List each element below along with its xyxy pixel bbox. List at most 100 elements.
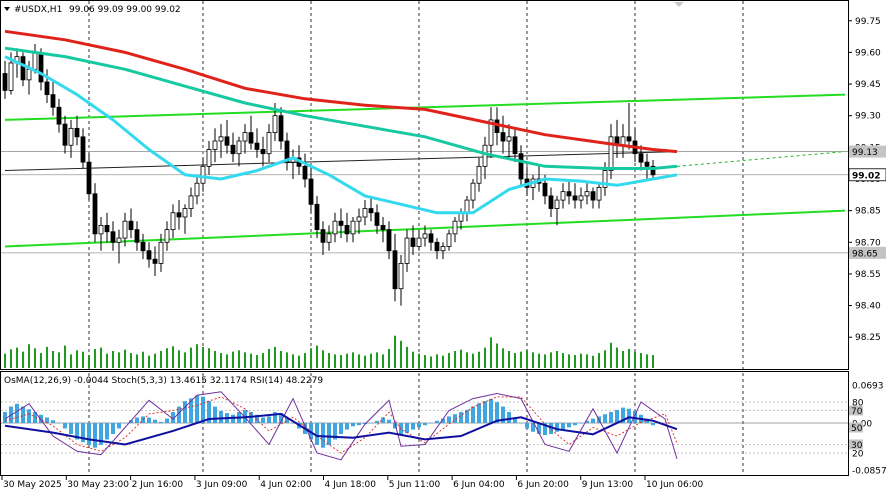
- volume-bar: [394, 335, 396, 368]
- candle-body: [368, 208, 374, 214]
- time-tick-label: 30 May 23:00: [67, 480, 129, 490]
- volume-bar: [376, 352, 378, 368]
- volume-bar: [604, 350, 606, 368]
- osma-bar: [123, 423, 127, 424]
- candle-body: [470, 182, 476, 201]
- osma-bar: [561, 423, 565, 430]
- candle-body: [392, 250, 398, 290]
- osma-bar: [165, 418, 169, 424]
- volume-bar: [346, 353, 348, 368]
- volume-bar: [550, 352, 552, 368]
- price-marker-label: 99.02: [852, 171, 880, 181]
- osma-bar: [423, 423, 427, 426]
- volume-bar: [508, 351, 510, 368]
- osma-bar: [591, 418, 595, 424]
- volume-bar: [40, 353, 42, 368]
- volume-bar: [226, 354, 228, 368]
- symbol-label: #USDX,H1: [14, 5, 62, 15]
- volume-bar: [436, 354, 438, 368]
- volume-bar: [124, 349, 126, 368]
- candle-body: [92, 193, 98, 235]
- volume-bar: [82, 351, 84, 368]
- candle-body: [230, 144, 236, 155]
- volume-bar: [466, 352, 468, 368]
- candle-body: [254, 142, 260, 150]
- volume-bar: [424, 355, 426, 368]
- volume-bar: [28, 344, 30, 368]
- price-tick-label: 98.70: [855, 238, 881, 248]
- osma-bar: [429, 423, 433, 424]
- candle-body: [158, 241, 164, 264]
- candle-body: [410, 237, 416, 247]
- volume-bar: [232, 351, 234, 368]
- volume-bar: [334, 354, 336, 368]
- candle-body: [572, 195, 578, 201]
- volume-bar: [160, 351, 162, 368]
- candle-body: [308, 178, 314, 205]
- osma-bar: [351, 423, 355, 427]
- candle-body: [446, 233, 452, 247]
- volume-bar: [328, 353, 330, 368]
- volume-bar: [514, 353, 516, 368]
- volume-bar: [358, 354, 360, 368]
- volume-bar: [502, 348, 504, 368]
- candle-body: [626, 136, 632, 142]
- volume-bar: [154, 353, 156, 368]
- candle-body: [500, 132, 506, 142]
- candle-body: [170, 212, 176, 231]
- osma-bar: [345, 423, 349, 430]
- volume-bar: [4, 353, 6, 368]
- candle-body: [260, 149, 266, 155]
- time-tick-label: 6 Jun 20:00: [517, 480, 569, 490]
- candle-body: [464, 199, 470, 214]
- volume-bar: [220, 353, 222, 368]
- candle-body: [44, 81, 50, 96]
- candle-body: [362, 208, 368, 218]
- osma-bar: [201, 396, 205, 424]
- osma-bar: [69, 423, 73, 434]
- volume-bar: [76, 350, 78, 368]
- osma-bar: [159, 421, 163, 424]
- oscillator-axis: 0.069380700.00503020-0.0857: [849, 382, 886, 477]
- volume-bar: [538, 353, 540, 368]
- volume-bar: [208, 348, 210, 368]
- osma-bar: [93, 423, 97, 448]
- osma-bar: [651, 423, 655, 426]
- candle-body: [578, 195, 584, 201]
- osma-bar: [471, 406, 475, 424]
- candle-body: [134, 229, 140, 243]
- volume-bar: [322, 350, 324, 368]
- candle-body: [218, 136, 224, 142]
- volume-bar: [526, 350, 528, 368]
- volume-bar: [274, 346, 276, 368]
- volume-bar: [136, 354, 138, 368]
- candle-body: [212, 140, 218, 150]
- osma-bar: [375, 420, 379, 424]
- osma-bar: [573, 423, 577, 426]
- volume-bar: [370, 353, 372, 368]
- volume-bar: [148, 355, 150, 368]
- price-tick-label: 98.55: [855, 270, 881, 280]
- volume-bar: [112, 351, 114, 368]
- osma-bar: [261, 417, 265, 424]
- osc-axis-label: 20: [852, 450, 864, 460]
- osma-bar: [57, 423, 61, 424]
- candle-body: [644, 161, 650, 167]
- price-tick-label: 99.30: [855, 112, 881, 122]
- osma-bar: [195, 395, 199, 424]
- volume-bar: [34, 348, 36, 368]
- candle-body: [74, 127, 80, 138]
- osma-bar: [459, 412, 463, 424]
- volume-bar: [118, 352, 120, 368]
- candle-body: [338, 220, 344, 226]
- candle-body: [356, 216, 362, 222]
- volume-bar: [238, 350, 240, 368]
- osma-bar: [63, 423, 67, 429]
- usdx-h1-chart[interactable]: 99.7599.6099.4599.3099.1599.0098.8598.70…: [0, 0, 886, 497]
- candle-body: [80, 136, 86, 163]
- osma-bar: [387, 419, 391, 424]
- osma-bar: [153, 419, 157, 424]
- volume-bar: [574, 355, 576, 368]
- candle-body: [32, 52, 38, 70]
- volume-bar: [70, 354, 72, 368]
